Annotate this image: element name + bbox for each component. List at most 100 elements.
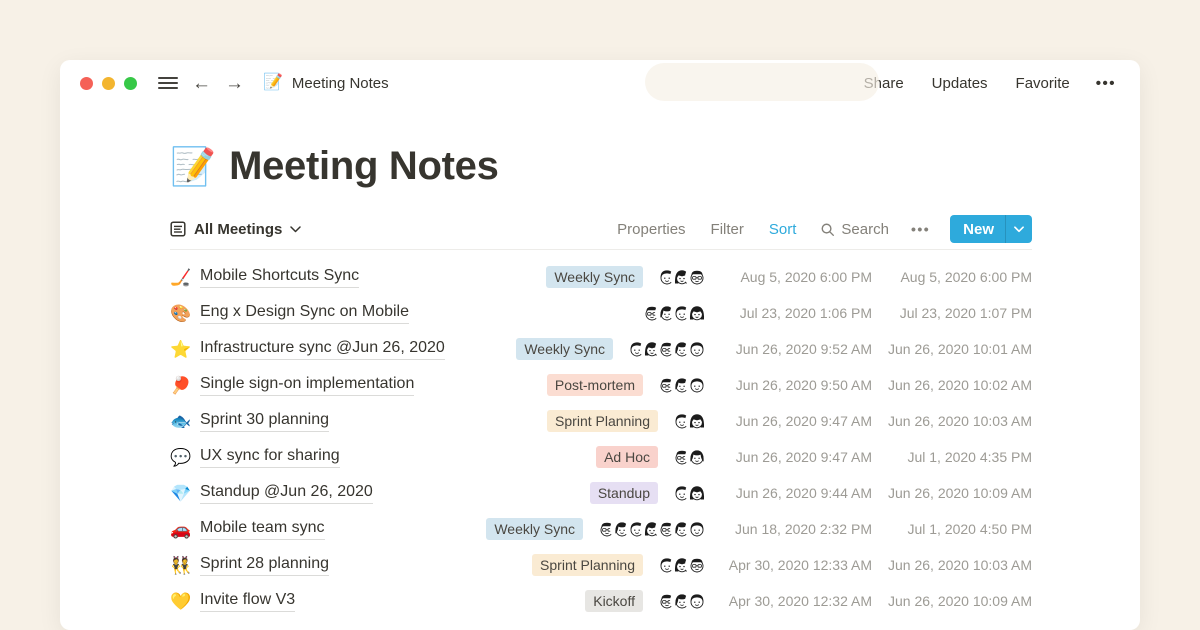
updates-button[interactable]: Updates <box>932 75 988 92</box>
row-tag[interactable]: Ad Hoc <box>596 446 658 468</box>
view-switcher[interactable]: All Meetings <box>170 221 301 238</box>
window-titlebar: ← → 📝 Meeting Notes Share Updates Favori… <box>60 60 1140 106</box>
row-date-created: Aug 5, 2020 6:00 PM <box>717 269 872 285</box>
chevron-down-icon <box>290 226 301 233</box>
row-tag[interactable]: Weekly Sync <box>516 338 613 360</box>
row-avatars <box>672 483 707 503</box>
page-header: 📝 Meeting Notes <box>170 144 1032 189</box>
filter-button[interactable]: Filter <box>711 221 744 238</box>
row-title-link[interactable]: Infrastructure sync @Jun 26, 2020 <box>200 338 445 360</box>
row-date-created: Jun 26, 2020 9:52 AM <box>717 341 872 357</box>
row-emoji-icon: 👯 <box>170 557 200 574</box>
row-avatars <box>642 303 707 323</box>
row-emoji-icon: 🚗 <box>170 521 200 538</box>
row-avatars <box>672 447 707 467</box>
favorite-button[interactable]: Favorite <box>1016 75 1070 92</box>
page-emoji-icon[interactable]: 📝 <box>170 148 216 185</box>
row-date-edited: Jun 26, 2020 10:03 AM <box>882 413 1032 429</box>
minimize-window-button[interactable] <box>102 77 115 90</box>
more-menu-icon[interactable]: ••• <box>1096 75 1116 92</box>
row-title-link[interactable]: Invite flow V3 <box>200 590 295 612</box>
list-item[interactable]: 🚗 Mobile team sync Weekly Sync Jun 18, 2… <box>170 511 1032 547</box>
row-avatars <box>672 411 707 431</box>
row-date-edited: Jun 26, 2020 10:09 AM <box>882 593 1032 609</box>
list-view-icon <box>170 221 186 237</box>
window-title: Meeting Notes <box>292 75 389 92</box>
avatar <box>687 267 707 287</box>
avatar <box>687 519 707 539</box>
row-tag[interactable]: Weekly Sync <box>486 518 583 540</box>
list-item[interactable]: 💎 Standup @Jun 26, 2020 Standup Jun 26, … <box>170 475 1032 511</box>
row-date-edited: Jul 23, 2020 1:07 PM <box>882 305 1032 321</box>
row-title-link[interactable]: Eng x Design Sync on Mobile <box>200 302 409 324</box>
row-avatars <box>657 555 707 575</box>
list-item[interactable]: ⭐ Infrastructure sync @Jun 26, 2020 Week… <box>170 331 1032 367</box>
row-avatars <box>657 591 707 611</box>
page-emoji-icon: 📝 <box>263 75 283 91</box>
properties-button[interactable]: Properties <box>617 221 685 238</box>
list-item[interactable]: 🎨 Eng x Design Sync on Mobile Jul 23, 20… <box>170 295 1032 331</box>
search-label: Search <box>841 221 889 238</box>
avatar <box>687 591 707 611</box>
search-button[interactable]: Search <box>820 221 889 238</box>
row-date-created: Jun 26, 2020 9:47 AM <box>717 413 872 429</box>
avatar <box>687 483 707 503</box>
row-emoji-icon: 🏒 <box>170 269 200 286</box>
list-item[interactable]: 🐟 Sprint 30 planning Sprint Planning Jun… <box>170 403 1032 439</box>
row-title-link[interactable]: Mobile Shortcuts Sync <box>200 266 359 288</box>
row-date-created: Apr 30, 2020 12:33 AM <box>717 557 872 573</box>
row-tag[interactable]: Post-mortem <box>547 374 643 396</box>
row-date-edited: Jun 26, 2020 10:01 AM <box>882 341 1032 357</box>
avatar <box>687 555 707 575</box>
row-title-link[interactable]: Sprint 28 planning <box>200 554 329 576</box>
page-content: 📝 Meeting Notes All Meetings Properties … <box>60 144 1140 619</box>
row-tag[interactable]: Weekly Sync <box>546 266 643 288</box>
row-emoji-icon: 🏓 <box>170 377 200 394</box>
meeting-list: 🏒 Mobile Shortcuts Sync Weekly Sync Aug … <box>170 259 1032 619</box>
notion-window: ← → 📝 Meeting Notes Share Updates Favori… <box>60 60 1140 630</box>
view-switcher-label: All Meetings <box>194 221 282 238</box>
row-avatars <box>657 267 707 287</box>
forward-arrow-icon[interactable]: → <box>218 74 251 93</box>
row-date-created: Jun 26, 2020 9:50 AM <box>717 377 872 393</box>
back-arrow-icon[interactable]: ← <box>185 74 218 93</box>
row-emoji-icon: 💬 <box>170 449 200 466</box>
close-window-button[interactable] <box>80 77 93 90</box>
row-title-link[interactable]: UX sync for sharing <box>200 446 340 468</box>
row-date-created: Jun 26, 2020 9:47 AM <box>717 449 872 465</box>
row-title-link[interactable]: Standup @Jun 26, 2020 <box>200 482 373 504</box>
row-tag[interactable]: Sprint Planning <box>532 554 643 576</box>
row-title-link[interactable]: Single sign-on implementation <box>200 374 414 396</box>
zoom-window-button[interactable] <box>124 77 137 90</box>
list-item[interactable]: 🏒 Mobile Shortcuts Sync Weekly Sync Aug … <box>170 259 1032 295</box>
toolbar-more-icon[interactable]: ••• <box>911 221 930 237</box>
traffic-lights <box>80 77 137 90</box>
row-tag[interactable]: Standup <box>590 482 658 504</box>
toolbar-divider <box>170 249 1032 250</box>
new-button[interactable]: New <box>950 215 1005 243</box>
row-tag[interactable]: Kickoff <box>585 590 643 612</box>
sidebar-menu-icon[interactable] <box>151 76 185 90</box>
row-date-edited: Jul 1, 2020 4:35 PM <box>882 449 1032 465</box>
new-dropdown-button[interactable] <box>1006 215 1032 243</box>
list-item[interactable]: 💬 UX sync for sharing Ad Hoc Jun 26, 202… <box>170 439 1032 475</box>
row-tag[interactable]: Sprint Planning <box>547 410 658 432</box>
row-emoji-icon: ⭐ <box>170 341 200 358</box>
row-title-link[interactable]: Sprint 30 planning <box>200 410 329 432</box>
row-emoji-icon: 🎨 <box>170 305 200 322</box>
list-item[interactable]: 💛 Invite flow V3 Kickoff Apr 30, 2020 12… <box>170 583 1032 619</box>
row-date-created: Jun 26, 2020 9:44 AM <box>717 485 872 501</box>
row-date-edited: Jun 26, 2020 10:03 AM <box>882 557 1032 573</box>
row-emoji-icon: 💎 <box>170 485 200 502</box>
row-date-created: Jun 18, 2020 2:32 PM <box>717 521 872 537</box>
sort-button[interactable]: Sort <box>769 221 797 238</box>
row-title-link[interactable]: Mobile team sync <box>200 518 325 540</box>
row-emoji-icon: 🐟 <box>170 413 200 430</box>
list-item[interactable]: 👯 Sprint 28 planning Sprint Planning Apr… <box>170 547 1032 583</box>
page-title[interactable]: Meeting Notes <box>229 144 498 189</box>
chevron-down-icon <box>1014 226 1024 233</box>
row-avatars <box>657 375 707 395</box>
new-button-group: New <box>950 215 1032 243</box>
list-item[interactable]: 🏓 Single sign-on implementation Post-mor… <box>170 367 1032 403</box>
faded-overlay-artifact <box>645 63 879 101</box>
